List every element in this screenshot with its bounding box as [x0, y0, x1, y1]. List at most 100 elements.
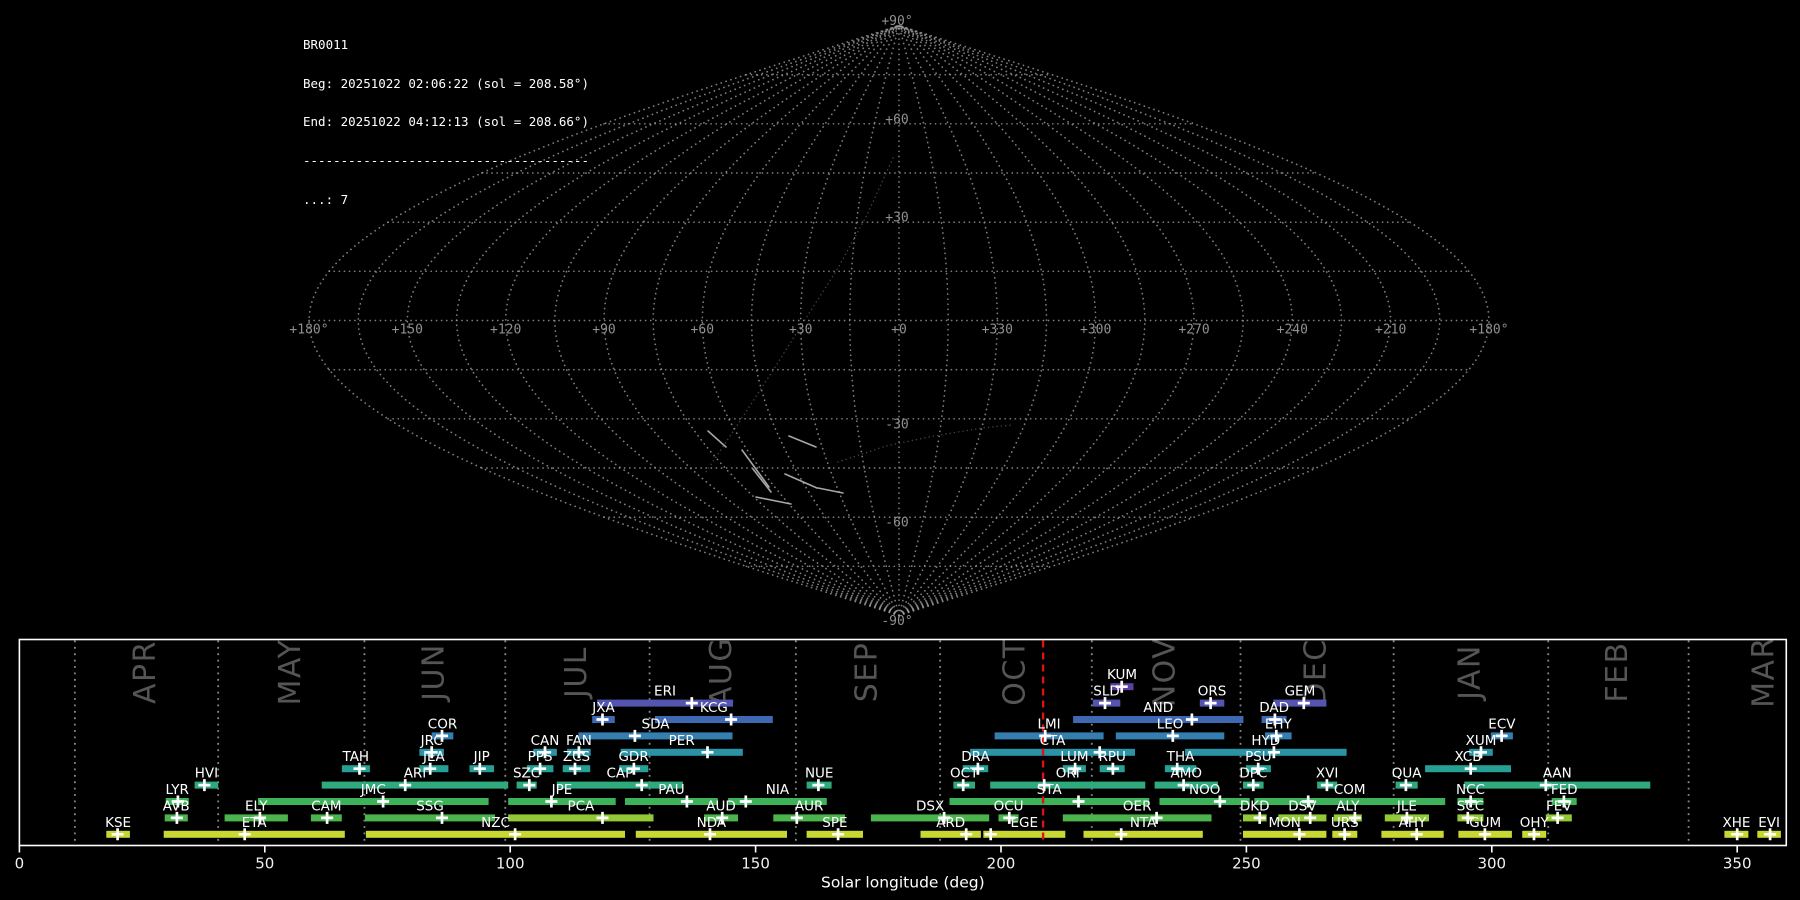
x-tick-label: 0 — [15, 855, 25, 873]
shower-code-label: PSU — [1245, 749, 1272, 765]
activity-chart: APR MAY JUN JUL AUG SEP OCT NOV DEC JAN FEB MARKSE E… — [15, 636, 1788, 892]
shower-code-label: AUR — [795, 798, 824, 814]
longitude-label: +150 — [392, 323, 423, 338]
latitude-label: +30 — [885, 211, 908, 226]
shower-peak-marker — [685, 697, 698, 710]
shower-code-label: ECV — [1488, 716, 1516, 732]
meteor-trails — [707, 430, 844, 505]
x-tick-label: 150 — [741, 855, 770, 873]
shower-peak-marker — [739, 795, 752, 808]
shower-code-label: ARI — [404, 766, 427, 782]
longitude-label: +270 — [1178, 323, 1209, 338]
x-tick-label: 200 — [987, 855, 1016, 873]
radiant-map-and-activity-chart: +180° +150 +120 +90 +60 +30 +0 +330 +300 +270 +240… — [15, 14, 1788, 892]
shower-bar — [578, 732, 733, 740]
shower-code-label: NUE — [805, 766, 834, 782]
x-tick-label: 350 — [1723, 855, 1752, 873]
shower-code-label: AND — [1143, 700, 1173, 716]
x-tick-label: 50 — [255, 855, 274, 873]
month-label: AUG — [704, 637, 739, 707]
shower-code-label: DKD — [1240, 798, 1270, 814]
shower-code-label: GDR — [618, 749, 648, 765]
longitude-label: +210 — [1375, 323, 1406, 338]
month-label: APR — [128, 640, 163, 704]
shower-code-label: OER — [1123, 798, 1152, 814]
meteor-trail — [741, 449, 770, 488]
latitude-label: -30 — [885, 417, 908, 432]
shower-code-label: XHE — [1723, 815, 1751, 831]
shower-code-label: AUD — [706, 798, 736, 814]
shower-bar — [990, 781, 1146, 789]
shower-peak-marker — [1115, 828, 1128, 841]
shower-peak-marker — [984, 828, 997, 841]
month-label: NOV — [1148, 637, 1183, 708]
shower-bar — [364, 814, 495, 822]
shower-code-label: LYR — [166, 782, 189, 798]
shower-peak-marker — [596, 811, 609, 824]
meteor-trail — [784, 473, 818, 489]
shower-code-label: DRA — [961, 749, 990, 765]
shower-peak-marker — [628, 729, 641, 742]
shower-peak-marker — [509, 828, 522, 841]
longitude-label: +120 — [490, 323, 521, 338]
shower-code-label: NZC — [481, 815, 510, 831]
shower-code-label: JPE — [551, 782, 573, 798]
shower-code-label: GEM — [1285, 684, 1316, 700]
x-tick-label: 300 — [1477, 855, 1506, 873]
shower-bar — [1243, 830, 1327, 838]
shower-code-label: XVI — [1316, 766, 1338, 782]
shower-code-label: JLE — [1396, 798, 1417, 814]
shower-code-label: OCU — [994, 798, 1024, 814]
shower-code-label: XUM — [1466, 733, 1497, 749]
shower-code-label: NCC — [1456, 782, 1485, 798]
meridian-line — [652, 24, 900, 617]
shower-code-label: ALY — [1336, 798, 1360, 814]
shower-bar — [508, 814, 654, 822]
longitude-label: +330 — [982, 323, 1013, 338]
shower-code-label: FED — [1551, 782, 1578, 798]
shower-code-label: PAU — [658, 782, 684, 798]
reference-arc — [705, 157, 894, 473]
sky-map: +180° +150 +120 +90 +60 +30 +0 +330 +300 +270 +240… — [289, 14, 1508, 629]
shower-code-label: ELY — [245, 798, 268, 814]
shower-bar — [365, 830, 625, 838]
shower-code-label: NIA — [766, 782, 790, 798]
shower-code-label: LEO — [1157, 716, 1184, 732]
shower-code-label: LMI — [1038, 716, 1061, 732]
shower-code-label: DSX — [916, 798, 944, 814]
latitude-label: +60 — [885, 112, 908, 127]
shower-code-label: MON — [1269, 815, 1301, 831]
meridian-line — [898, 24, 1294, 617]
shower-bar — [163, 830, 345, 838]
x-axis: 0 50 100 150 200 250 300 350 Solar longitude (de… — [15, 845, 1752, 892]
shower-code-label: TAH — [342, 749, 370, 765]
shower-code-label: HVI — [195, 766, 218, 782]
shower-code-label: THA — [1166, 749, 1195, 765]
longitude-label: +0 — [891, 323, 907, 338]
latitude-label: +90° — [881, 14, 912, 29]
shower-code-label: EVI — [1758, 815, 1780, 831]
shower-peak-marker — [1185, 713, 1198, 726]
shower-code-label: CAN — [531, 733, 560, 749]
month-label: JUL — [559, 646, 594, 700]
shower-code-label: CAM — [311, 798, 341, 814]
longitude-label: +90 — [592, 323, 615, 338]
shower-code-label: QUA — [1392, 766, 1423, 782]
latitude-label: -60 — [885, 516, 908, 531]
longitude-label: +240 — [1277, 323, 1308, 338]
meteor-trail — [707, 430, 727, 448]
shower-code-label: PCA — [567, 798, 595, 814]
x-tick-label: 250 — [1232, 855, 1261, 873]
shower-code-label: KSE — [105, 815, 131, 831]
meridian-line — [357, 24, 900, 617]
meteor-trail — [788, 435, 817, 448]
shower-code-label: NOO — [1189, 782, 1220, 798]
month-label: MAR — [1747, 636, 1782, 708]
longitude-label: +300 — [1080, 323, 1111, 338]
shower-code-label: COM — [1334, 782, 1366, 798]
x-tick-label: 100 — [496, 855, 525, 873]
shower-code-label: SDA — [642, 716, 671, 732]
longitude-label: +180° — [1469, 323, 1508, 338]
month-label: JUN — [416, 643, 451, 703]
shower-code-label: PER — [669, 733, 695, 749]
